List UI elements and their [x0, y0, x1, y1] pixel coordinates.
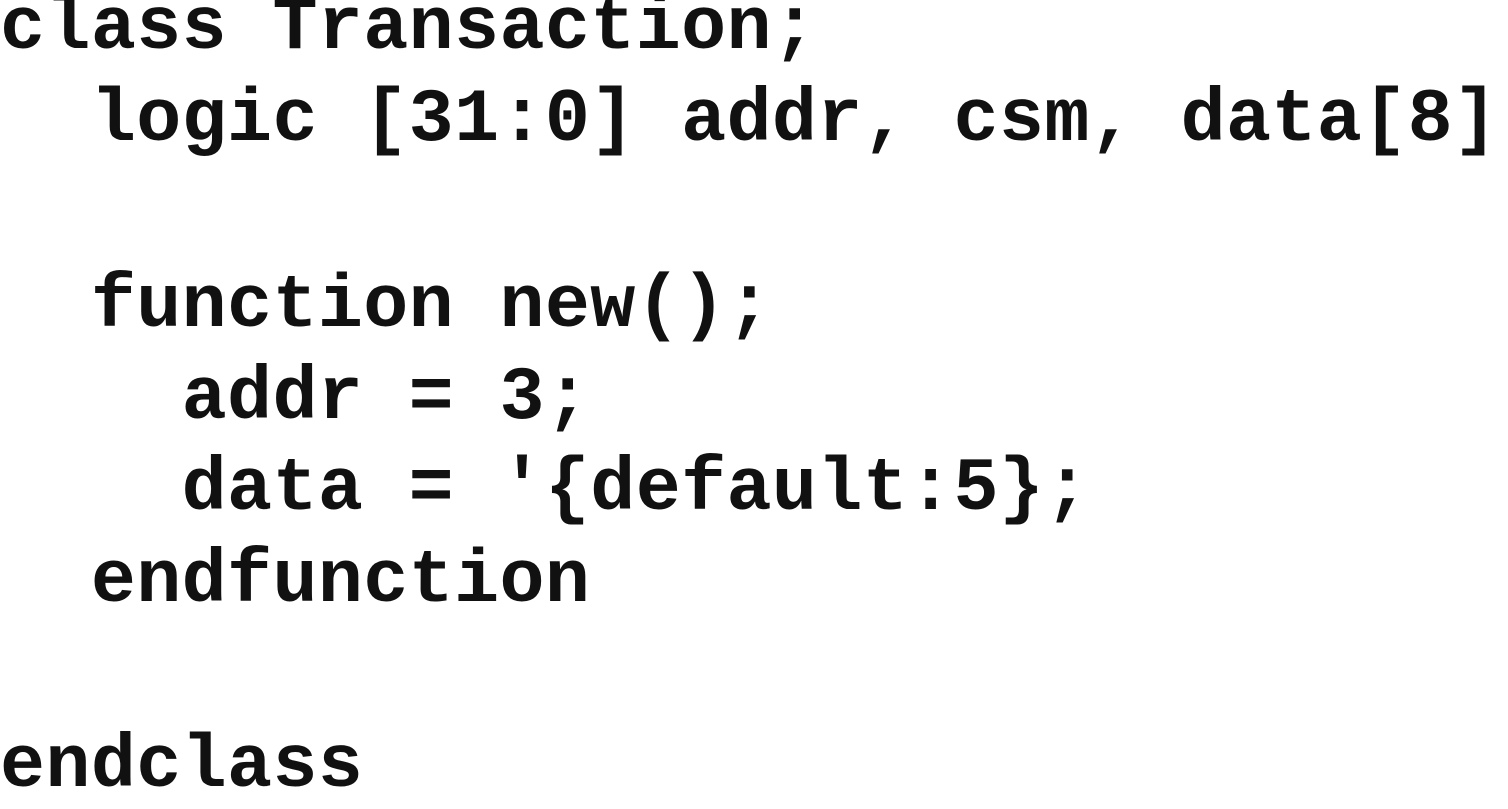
- code-line-class-declaration: class Transaction;: [0, 0, 818, 71]
- code-listing: class Transaction; logic [31:0] addr, cs…: [0, 0, 1508, 804]
- code-line-endfunction: endfunction: [0, 539, 591, 624]
- code-line-logic-declaration: logic [31:0] addr, csm, data[8];: [0, 78, 1508, 163]
- code-line-function-new: function new();: [0, 264, 772, 349]
- code-line-addr-assignment: addr = 3;: [0, 356, 591, 441]
- code-line-data-assignment: data = '{default:5};: [0, 447, 1090, 532]
- code-line-endclass: endclass: [0, 724, 364, 809]
